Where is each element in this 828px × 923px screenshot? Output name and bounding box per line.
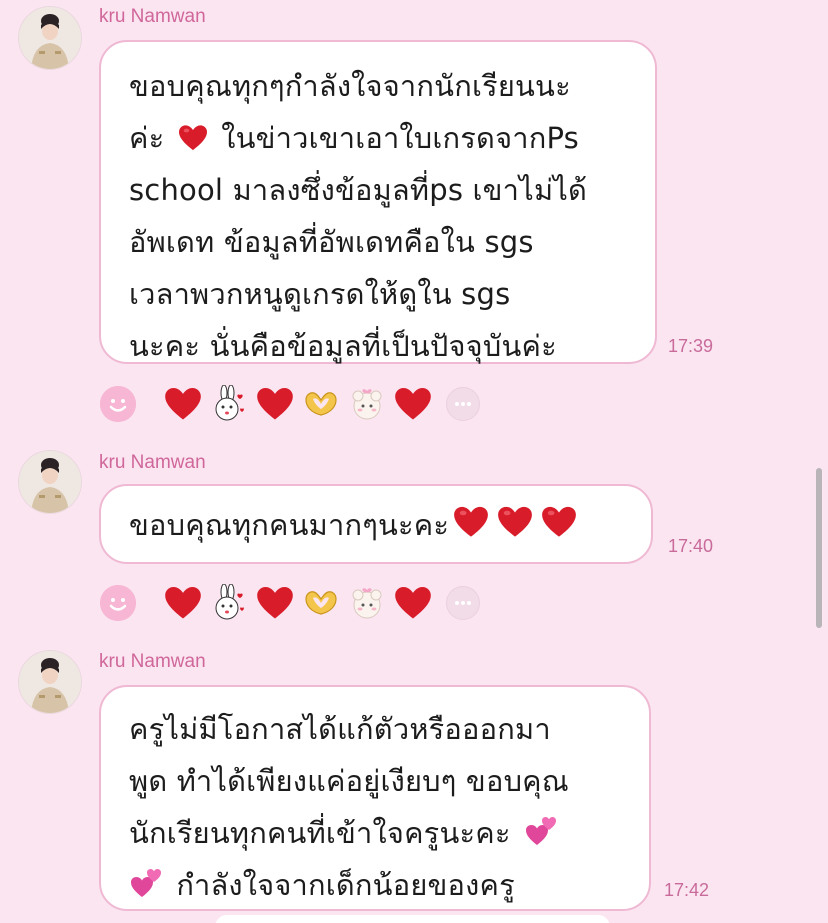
- reaction-bunny-sticker-icon[interactable]: [210, 385, 248, 423]
- message-line: ขอบคุณทุกๆกำลังใจจากนักเรียนนะ: [129, 69, 571, 103]
- message-bubble[interactable]: ครูไม่มีโอกาสได้แก้ตัวหรือออกมา พูด ทำได…: [99, 685, 651, 911]
- smiley-icon: [100, 585, 136, 621]
- message-time: 17:39: [668, 336, 714, 356]
- add-reaction-button[interactable]: [100, 386, 136, 422]
- reaction-heart-icon[interactable]: [256, 584, 294, 622]
- message-time: 17:42: [664, 880, 710, 900]
- reaction-sheep-sticker-icon[interactable]: [348, 385, 386, 423]
- message-line: school มาลงซึ่งข้อมูลที่ps เขาไม่ได้: [129, 173, 588, 207]
- message-line: ค่ะ ในข่าวเขาเอาใบเกรดจากPs: [129, 121, 579, 155]
- message-time: 17:40: [668, 536, 714, 556]
- message-line: พูด ทำได้เพียงแค่อยู่เงียบๆ ขอบคุณ: [129, 764, 569, 798]
- sender-name: kru Namwan: [99, 6, 206, 27]
- avatar-photo-icon: [19, 7, 81, 69]
- message-line: นะคะ นั่นคือข้อมูลที่เป็นปัจจุบันค่ะ: [129, 329, 557, 363]
- more-dots-icon: [455, 601, 471, 605]
- reaction-heart-hands-icon[interactable]: [302, 584, 340, 622]
- avatar-photo-icon: [19, 651, 81, 713]
- heart-emoji-icon: [178, 124, 208, 152]
- smiley-icon: [100, 386, 136, 422]
- message-line: ขอบคุณทุกคนมากๆนะคะ: [129, 499, 623, 551]
- reaction-sheep-sticker-icon[interactable]: [348, 584, 386, 622]
- sender-name: kru Namwan: [99, 452, 206, 473]
- sender-name: kru Namwan: [99, 651, 206, 672]
- avatar-photo-icon: [19, 451, 81, 513]
- composer-edge: [215, 915, 610, 923]
- heart-emoji-icon: [497, 505, 533, 539]
- more-reactions-button[interactable]: [446, 586, 480, 620]
- reaction-heart-icon[interactable]: [164, 584, 202, 622]
- avatar[interactable]: [18, 650, 82, 714]
- heart-emoji-icon: [453, 505, 489, 539]
- reaction-heart-icon[interactable]: [394, 584, 432, 622]
- more-dots-icon: [455, 402, 471, 406]
- reaction-heart-hands-icon[interactable]: [302, 385, 340, 423]
- two-hearts-emoji-icon: [129, 867, 163, 899]
- reaction-heart-icon[interactable]: [256, 385, 294, 423]
- message-bubble[interactable]: ขอบคุณทุกๆกำลังใจจากนักเรียนนะ ค่ะ ในข่า…: [99, 40, 657, 364]
- reaction-heart-icon[interactable]: [164, 385, 202, 423]
- message-line: อัพเดท ข้อมูลที่อัพเดทคือใน sgs: [129, 225, 534, 259]
- two-hearts-emoji-icon: [524, 815, 558, 847]
- reaction-bunny-sticker-icon[interactable]: [210, 584, 248, 622]
- message-line: เวลาพวกหนูดูเกรดให้ดูใน sgs: [129, 277, 511, 311]
- reaction-bar: [100, 583, 480, 623]
- message-bubble[interactable]: ขอบคุณทุกคนมากๆนะคะ: [99, 484, 653, 564]
- message-line: กำลังใจจากเด็กน้อยของครู: [129, 859, 621, 911]
- reaction-bar: [100, 384, 480, 424]
- avatar[interactable]: [18, 450, 82, 514]
- add-reaction-button[interactable]: [100, 585, 136, 621]
- message-line: นักเรียนทุกคนที่เข้าใจครูนะคะ: [129, 807, 621, 859]
- heart-emoji-icon: [541, 505, 577, 539]
- message-line: ครูไม่มีโอกาสได้แก้ตัวหรือออกมา: [129, 712, 551, 746]
- scrollbar[interactable]: [816, 468, 822, 628]
- reaction-heart-icon[interactable]: [394, 385, 432, 423]
- chat-view: kru Namwan ขอบคุณทุกๆกำลังใจจากนักเรียนน…: [0, 0, 828, 923]
- more-reactions-button[interactable]: [446, 387, 480, 421]
- avatar[interactable]: [18, 6, 82, 70]
